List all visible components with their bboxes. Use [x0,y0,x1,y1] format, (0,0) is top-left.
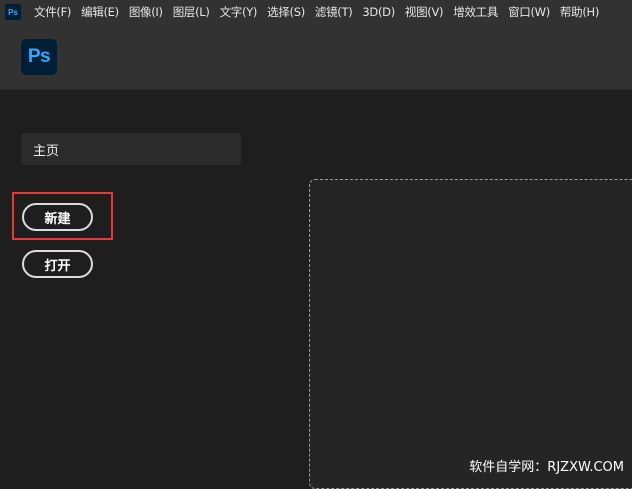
sidebar-home-label: 主页 [33,143,60,159]
menu-items: 文件(F) 编辑(E) 图像(I) 图层(L) 文字(Y) 选择(S) 滤镜(T… [29,0,604,24]
menu-bar: Ps 文件(F) 编辑(E) 图像(I) 图层(L) 文字(Y) 选择(S) 滤… [0,0,632,24]
menu-view[interactable]: 视图(V) [400,0,448,24]
menu-select[interactable]: 选择(S) [262,0,310,24]
photoshop-app-icon[interactable]: Ps [5,4,21,20]
file-drop-zone[interactable] [309,179,632,489]
photoshop-logo: Ps [21,39,57,75]
menu-layer[interactable]: 图层(L) [168,0,215,24]
menu-edit[interactable]: 编辑(E) [76,0,124,24]
menu-type[interactable]: 文字(Y) [215,0,263,24]
menu-help[interactable]: 帮助(H) [555,0,604,24]
menu-plugins[interactable]: 增效工具 [448,0,503,24]
menu-file[interactable]: 文件(F) [29,0,76,24]
watermark-text: 软件自学网：RJZXW.COM [469,460,624,475]
menu-image[interactable]: 图像(I) [124,0,168,24]
home-header: Ps [0,24,632,89]
menu-3d[interactable]: 3D(D) [357,0,400,24]
header-divider [0,89,632,90]
highlight-annotation [12,192,113,240]
sidebar-item-home[interactable]: 主页 [21,133,241,165]
menu-filter[interactable]: 滤镜(T) [310,0,358,24]
open-button[interactable]: 打开 [22,250,93,278]
menu-window[interactable]: 窗口(W) [503,0,555,24]
